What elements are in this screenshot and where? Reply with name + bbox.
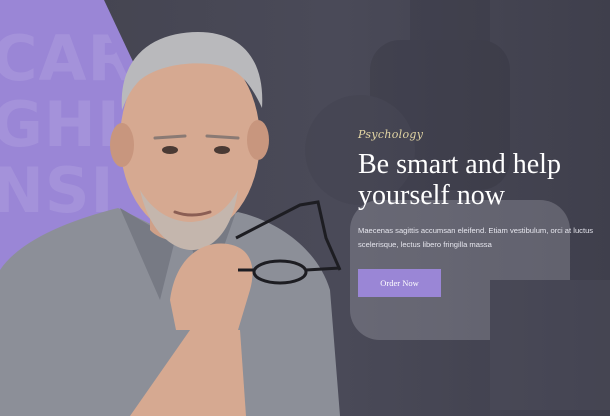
category-label: Psychology (358, 128, 424, 141)
hero-description: Maecenas sagittis accumsan eleifend. Eti… (358, 226, 594, 249)
man-portrait-image (0, 32, 342, 416)
order-now-button[interactable]: Order Now (358, 269, 441, 297)
hero-section: CAR GHL NSI Psychology Be smart and help… (0, 0, 610, 416)
page-title: Be smart and help yourself now (358, 149, 561, 211)
hero-content: Psychology Be smart and help yourself no… (358, 128, 594, 297)
